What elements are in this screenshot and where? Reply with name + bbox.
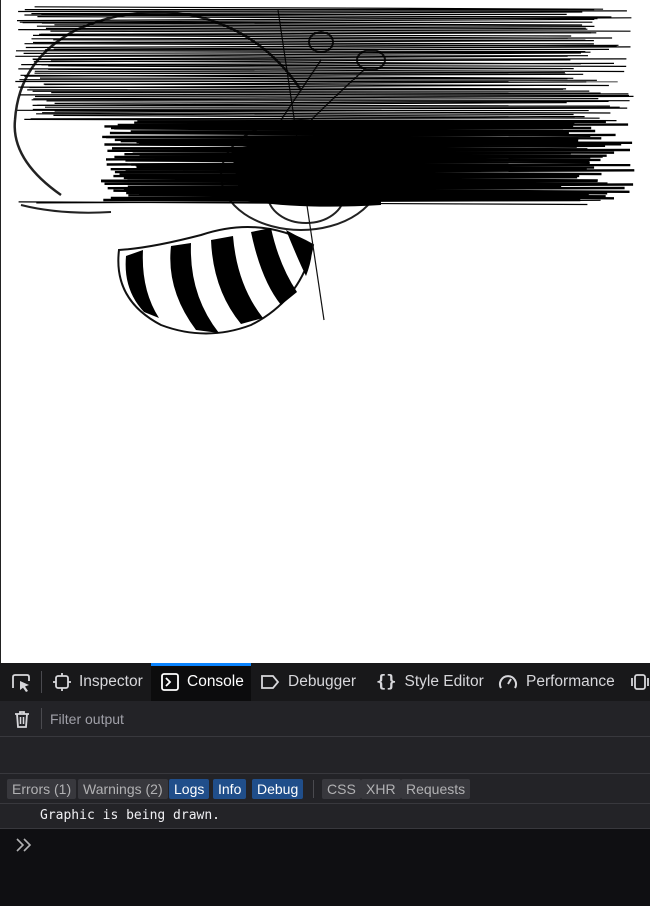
scribble-line: [33, 58, 627, 61]
scribble-lines: [15, 6, 635, 207]
tab-performance[interactable]: Performance: [498, 663, 623, 701]
tab-style-editor[interactable]: {} Style Editor: [376, 663, 488, 701]
levels-separator: [313, 780, 314, 798]
console-empty-toolbar-row: [0, 737, 650, 774]
scribble-line: [30, 117, 575, 120]
element-picker-icon[interactable]: [8, 672, 34, 694]
console-input[interactable]: [0, 829, 650, 906]
tab-console-label: Console: [187, 673, 244, 690]
scribble-line: [34, 72, 566, 75]
clear-console-trash-icon[interactable]: [12, 709, 32, 729]
console-icon: [161, 673, 179, 691]
scribble-line: [15, 50, 586, 53]
page-canvas: [0, 0, 650, 663]
more-tools-icon[interactable]: [630, 673, 650, 695]
scribble-line: [39, 77, 568, 80]
tab-inspector[interactable]: Inspector: [50, 663, 153, 701]
scribble-blob: [231, 140, 381, 207]
tab-console[interactable]: Console: [151, 663, 251, 701]
tab-inspector-label: Inspector: [79, 673, 143, 690]
log-level-filters: Errors (1) Warnings (2) Logs Info Debug …: [0, 774, 650, 804]
performance-icon: [498, 673, 518, 691]
console-log-message: Graphic is being drawn.: [40, 808, 221, 823]
filter-xhr-button[interactable]: XHR: [361, 779, 401, 799]
scribble-line: [34, 6, 604, 10]
filter-output-input[interactable]: [48, 706, 632, 732]
tab-debugger-label: Debugger: [288, 673, 357, 690]
scribble-line: [31, 11, 583, 15]
scribble-line: [27, 88, 564, 91]
tab-performance-label: Performance: [526, 673, 615, 690]
filter-separator: [41, 708, 42, 729]
scribble-line: [18, 10, 627, 13]
debugger-icon: [260, 674, 280, 690]
scribble-line: [18, 86, 567, 90]
scribble-line: [19, 93, 629, 96]
scribble-line: [45, 27, 588, 30]
inspector-icon: [53, 673, 71, 691]
scribble-line: [19, 79, 597, 81]
tab-style-editor-label: Style Editor: [404, 673, 484, 690]
filter-requests-button[interactable]: Requests: [401, 779, 471, 799]
console-filter-bar: [0, 701, 650, 737]
filter-logs-button[interactable]: Logs: [169, 779, 210, 799]
filter-css-button[interactable]: CSS: [322, 779, 361, 799]
tab-debugger[interactable]: Debugger: [260, 663, 366, 701]
filter-debug-button[interactable]: Debug: [252, 779, 304, 799]
bee-drawing: [13, 6, 635, 335]
filter-info-button[interactable]: Info: [213, 779, 247, 799]
filter-errors-button[interactable]: Errors (1): [7, 779, 77, 799]
scribble-line: [37, 104, 610, 107]
filter-warnings-button[interactable]: Warnings (2): [78, 779, 168, 799]
console-message-row: Graphic is being drawn.: [0, 804, 650, 829]
style-editor-icon: {}: [376, 672, 397, 692]
devtools-panel: Inspector Console Debugger {} Style Edit…: [0, 663, 650, 906]
scribble-line: [32, 107, 628, 111]
devtools-toolbar: Inspector Console Debugger {} Style Edit…: [0, 663, 650, 702]
console-prompt-chevron-icon: [15, 837, 33, 853]
bee-abdomen: [117, 226, 315, 335]
toolbar-separator: [41, 671, 42, 693]
scribble-line: [31, 37, 613, 40]
